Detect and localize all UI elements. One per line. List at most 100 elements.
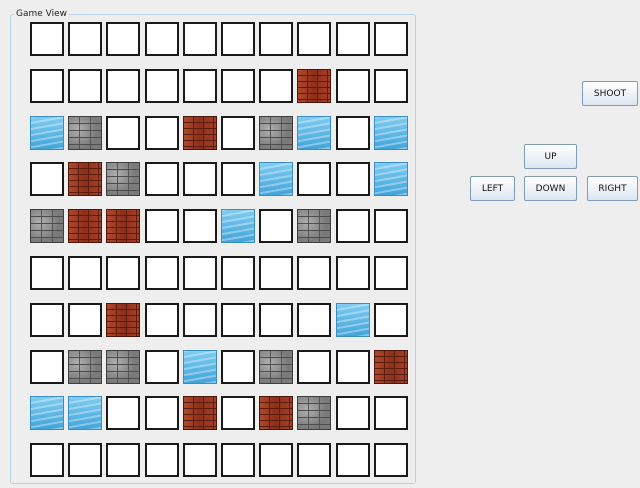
empty-tile: [145, 209, 179, 243]
empty-tile: [68, 303, 102, 337]
empty-tile: [30, 350, 64, 384]
stone-tile: [106, 162, 140, 196]
empty-tile: [259, 256, 293, 290]
empty-tile: [145, 116, 179, 150]
right-button[interactable]: RIGHT: [587, 176, 638, 201]
empty-tile: [259, 69, 293, 103]
water-tile: [30, 116, 64, 150]
stone-tile: [68, 116, 102, 150]
stone-tile: [297, 209, 331, 243]
empty-tile: [30, 256, 64, 290]
empty-tile: [221, 162, 255, 196]
empty-tile: [221, 69, 255, 103]
empty-tile: [30, 162, 64, 196]
stone-tile: [259, 350, 293, 384]
water-tile: [221, 209, 255, 243]
empty-tile: [106, 396, 140, 430]
empty-tile: [183, 209, 217, 243]
empty-tile: [336, 69, 370, 103]
empty-tile: [221, 350, 255, 384]
left-button[interactable]: LEFT: [470, 176, 515, 201]
empty-tile: [145, 69, 179, 103]
empty-tile: [336, 256, 370, 290]
water-tile: [259, 162, 293, 196]
brick-tile: [68, 162, 102, 196]
down-button[interactable]: DOWN: [524, 176, 577, 201]
empty-tile: [30, 443, 64, 477]
water-tile: [183, 350, 217, 384]
brick-tile: [106, 303, 140, 337]
empty-tile: [30, 303, 64, 337]
stone-tile: [259, 116, 293, 150]
empty-tile: [259, 22, 293, 56]
empty-tile: [336, 22, 370, 56]
empty-tile: [106, 256, 140, 290]
empty-tile: [183, 162, 217, 196]
water-tile: [297, 116, 331, 150]
empty-tile: [374, 69, 408, 103]
brick-tile: [374, 350, 408, 384]
brick-tile: [297, 69, 331, 103]
empty-tile: [145, 256, 179, 290]
empty-tile: [221, 303, 255, 337]
brick-tile: [259, 396, 293, 430]
empty-tile: [30, 22, 64, 56]
empty-tile: [221, 396, 255, 430]
water-tile: [374, 116, 408, 150]
empty-tile: [336, 350, 370, 384]
brick-tile: [183, 116, 217, 150]
empty-tile: [30, 69, 64, 103]
brick-tile: [106, 209, 140, 243]
empty-tile: [183, 443, 217, 477]
shoot-button[interactable]: SHOOT: [582, 81, 638, 106]
empty-tile: [374, 443, 408, 477]
water-tile: [374, 162, 408, 196]
empty-tile: [106, 116, 140, 150]
water-tile: [336, 303, 370, 337]
empty-tile: [221, 256, 255, 290]
up-button[interactable]: UP: [524, 144, 577, 169]
empty-tile: [259, 303, 293, 337]
empty-tile: [183, 69, 217, 103]
panel-title: Game View: [14, 8, 70, 20]
water-tile: [30, 396, 64, 430]
empty-tile: [336, 162, 370, 196]
stone-tile: [297, 396, 331, 430]
empty-tile: [221, 22, 255, 56]
empty-tile: [336, 443, 370, 477]
empty-tile: [297, 22, 331, 56]
stone-tile: [30, 209, 64, 243]
brick-tile: [183, 396, 217, 430]
empty-tile: [106, 443, 140, 477]
empty-tile: [68, 443, 102, 477]
brick-tile: [68, 209, 102, 243]
empty-tile: [68, 256, 102, 290]
empty-tile: [297, 443, 331, 477]
empty-tile: [374, 22, 408, 56]
empty-tile: [183, 256, 217, 290]
empty-tile: [106, 69, 140, 103]
empty-tile: [297, 303, 331, 337]
empty-tile: [68, 69, 102, 103]
empty-tile: [221, 116, 255, 150]
empty-tile: [297, 162, 331, 196]
empty-tile: [374, 256, 408, 290]
empty-tile: [145, 396, 179, 430]
water-tile: [68, 396, 102, 430]
empty-tile: [106, 22, 140, 56]
empty-tile: [183, 22, 217, 56]
empty-tile: [297, 350, 331, 384]
empty-tile: [221, 443, 255, 477]
empty-tile: [297, 256, 331, 290]
empty-tile: [145, 443, 179, 477]
empty-tile: [374, 303, 408, 337]
empty-tile: [336, 396, 370, 430]
empty-tile: [259, 209, 293, 243]
empty-tile: [145, 22, 179, 56]
empty-tile: [145, 350, 179, 384]
empty-tile: [68, 22, 102, 56]
empty-tile: [336, 116, 370, 150]
empty-tile: [336, 209, 370, 243]
stone-tile: [68, 350, 102, 384]
empty-tile: [374, 396, 408, 430]
